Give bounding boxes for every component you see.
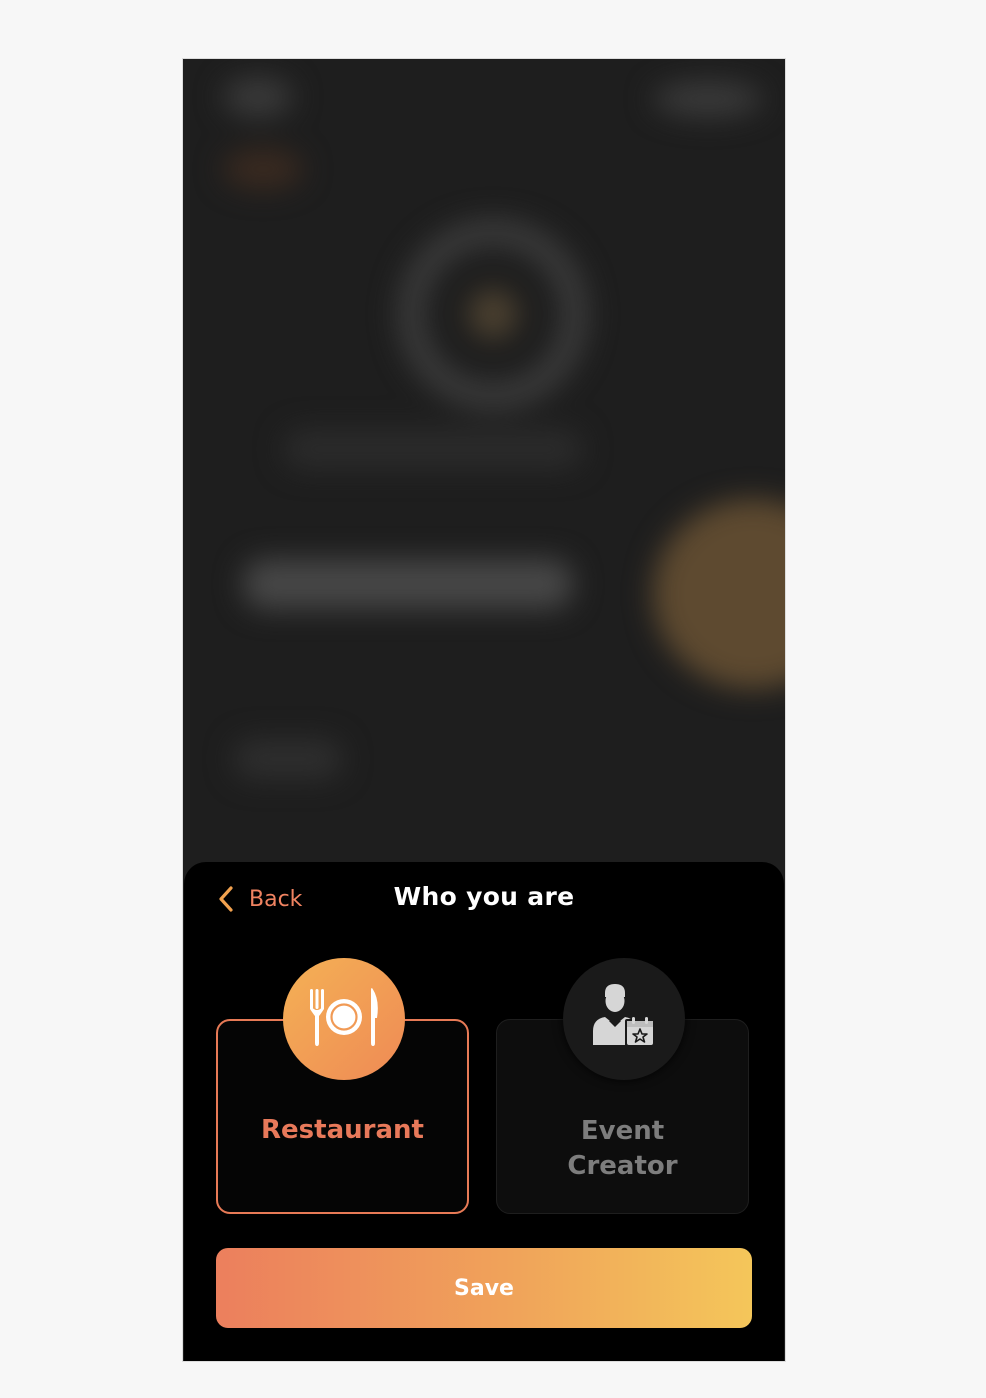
blurred-shape — [243, 559, 573, 609]
event-creator-option-label: Event Creator — [497, 1114, 748, 1184]
sheet-title: Who you are — [393, 882, 575, 911]
event-creator-label-text: Event Creator — [567, 1116, 678, 1181]
blurred-shape — [223, 149, 303, 189]
role-selection-sheet: Back Who you are Restaurant Event Creato… — [184, 862, 784, 1361]
event-creator-icon-badge[interactable] — [563, 958, 685, 1080]
restaurant-icon-badge[interactable] — [283, 958, 405, 1080]
restaurant-option-label: Restaurant — [261, 1115, 424, 1145]
blurred-shape — [223, 77, 293, 117]
save-button[interactable]: Save — [216, 1248, 752, 1328]
blurred-shape — [653, 81, 763, 117]
blurred-shape — [468, 289, 518, 339]
blurred-shape — [653, 499, 785, 689]
plate-cutlery-icon — [306, 985, 382, 1053]
event-creator-icon — [589, 983, 659, 1055]
blurred-shape — [283, 429, 583, 469]
app-screen: Back Who you are Restaurant Event Creato… — [183, 59, 785, 1361]
blurred-shape — [233, 739, 343, 779]
